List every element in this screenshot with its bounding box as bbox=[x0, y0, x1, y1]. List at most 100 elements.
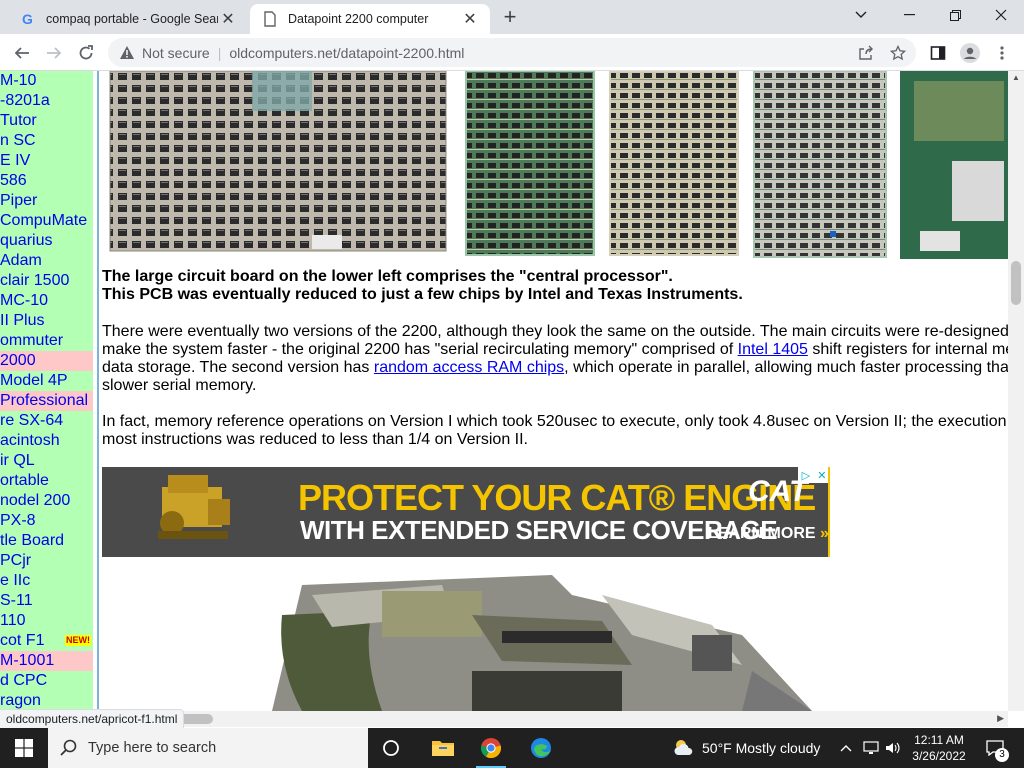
sidebar-computer-link[interactable]: Adam bbox=[0, 251, 93, 271]
side-panel-icon[interactable] bbox=[924, 39, 952, 67]
sidebar-computer-link[interactable]: Professional bbox=[0, 391, 93, 411]
network-icon[interactable] bbox=[860, 728, 882, 768]
sidebar-computer-link[interactable]: 586 bbox=[0, 171, 93, 191]
google-icon: G bbox=[20, 11, 36, 27]
cat-engine-ad[interactable]: PROTECT YOUR CAT® ENGINE WITH EXTENDED S… bbox=[102, 467, 830, 557]
sidebar-computer-link[interactable]: Piper bbox=[0, 191, 93, 211]
close-tab-icon[interactable]: ✕ bbox=[460, 9, 480, 29]
task-view-icon bbox=[383, 740, 399, 756]
sidebar-computer-link[interactable]: M-1001 bbox=[0, 651, 93, 671]
minimize-button[interactable] bbox=[886, 0, 932, 30]
sidebar-computer-link[interactable]: n SC bbox=[0, 131, 93, 151]
sidebar-computer-link[interactable]: CompuMate bbox=[0, 211, 93, 231]
show-hidden-icons-chevron[interactable] bbox=[836, 728, 856, 768]
sidebar-computer-link[interactable]: e IIc bbox=[0, 571, 93, 591]
task-view-button[interactable] bbox=[368, 728, 414, 768]
sidebar-computer-link[interactable]: ir QL bbox=[0, 451, 93, 471]
sidebar-item-label: Tutor bbox=[0, 112, 37, 129]
taskbar-search-box[interactable]: Type here to search bbox=[48, 728, 368, 768]
sidebar-computer-link[interactable]: nodel 200 bbox=[0, 491, 93, 511]
sidebar-computer-link[interactable]: d CPC bbox=[0, 671, 93, 691]
sidebar-item-label: quarius bbox=[0, 232, 53, 249]
sidebar-item-label: CompuMate bbox=[0, 212, 88, 229]
sidebar-computer-link[interactable]: ortable bbox=[0, 471, 93, 491]
sidebar-computer-link[interactable]: acintosh bbox=[0, 431, 93, 451]
sidebar-item-label: nodel 200 bbox=[0, 492, 71, 509]
vertical-scrollbar[interactable]: ▲ bbox=[1008, 71, 1024, 711]
sidebar-computer-link[interactable]: quarius bbox=[0, 231, 93, 251]
sidebar-computer-link[interactable]: Tutor bbox=[0, 111, 93, 131]
tab-title: compaq portable - Google Searc bbox=[46, 12, 218, 26]
system-clock[interactable]: 12:11 AM 3/26/2022 bbox=[904, 732, 974, 764]
sidebar-computer-link[interactable]: PCjr bbox=[0, 551, 93, 571]
ram-chips-link[interactable]: random access RAM chips bbox=[374, 359, 564, 376]
intel-1405-link[interactable]: Intel 1405 bbox=[738, 341, 808, 358]
sidebar-computer-link[interactable]: M-10 bbox=[0, 71, 93, 91]
sidebar-computer-link[interactable]: 2000 bbox=[0, 351, 93, 371]
paragraph-text: make the system faster - the original 22… bbox=[102, 341, 738, 358]
sidebar-computer-link[interactable]: cot F1 NEW! bbox=[0, 631, 93, 651]
sidebar-computer-link[interactable]: ragon bbox=[0, 691, 93, 711]
paragraph-line: make the system faster - the original 22… bbox=[102, 341, 1008, 359]
caption-line-2: This PCB was eventually reduced to just … bbox=[102, 286, 743, 303]
share-icon[interactable] bbox=[856, 43, 876, 63]
vertical-scroll-thumb[interactable] bbox=[1011, 261, 1021, 305]
sidebar-item-label: M-10 bbox=[0, 72, 37, 89]
tab-strip: G compaq portable - Google Searc ✕ Datap… bbox=[0, 0, 1024, 34]
sidebar-computer-link[interactable]: clair 1500 bbox=[0, 271, 93, 291]
scroll-right-icon[interactable]: ▶ bbox=[997, 713, 1004, 724]
address-bar[interactable]: Not secure | oldcomputers.net/datapoint-… bbox=[108, 38, 916, 67]
learn-more-button[interactable]: LEARN MORE » bbox=[708, 525, 829, 543]
svg-text:G: G bbox=[22, 11, 33, 27]
restore-button[interactable] bbox=[932, 0, 978, 30]
sidebar-computer-link[interactable]: tle Board bbox=[0, 531, 93, 551]
close-window-button[interactable] bbox=[978, 0, 1024, 30]
sidebar-item-label: PCjr bbox=[0, 552, 32, 569]
sidebar-computer-link[interactable]: II Plus bbox=[0, 311, 93, 331]
sidebar-computer-link[interactable]: S-11 bbox=[0, 591, 93, 611]
url-text[interactable]: oldcomputers.net/datapoint-2200.html bbox=[229, 45, 464, 61]
open-datapoint-photo[interactable] bbox=[272, 575, 832, 711]
edge-taskbar-button[interactable] bbox=[518, 728, 564, 768]
engine-image bbox=[158, 475, 230, 539]
folder-icon bbox=[432, 741, 454, 756]
warning-icon[interactable] bbox=[118, 44, 136, 62]
close-tab-icon[interactable]: ✕ bbox=[218, 9, 238, 29]
ad-close-icon[interactable]: ✕ bbox=[817, 469, 826, 482]
reload-button[interactable] bbox=[72, 39, 100, 67]
sidebar-computer-link[interactable]: -8201a bbox=[0, 91, 93, 111]
edge-icon bbox=[531, 738, 551, 758]
forward-button[interactable] bbox=[40, 39, 68, 67]
adchoices-icon[interactable]: ▷ bbox=[802, 469, 810, 482]
ad-subline: WITH EXTENDED SERVICE COVERAGE bbox=[300, 515, 778, 545]
sidebar-computer-link[interactable]: ommuter bbox=[0, 331, 93, 351]
sidebar-computer-link[interactable]: re SX-64 bbox=[0, 411, 93, 431]
weather-widget[interactable]: 50°F Mostly cloudy bbox=[672, 728, 820, 768]
chrome-taskbar-button[interactable] bbox=[468, 728, 514, 768]
sidebar-computer-link[interactable]: PX-8 bbox=[0, 511, 93, 531]
adchoices-badge[interactable]: ▷ ✕ bbox=[798, 467, 830, 483]
tab-search-chevron-icon[interactable] bbox=[838, 0, 884, 30]
file-explorer-button[interactable] bbox=[420, 728, 466, 768]
ad-accent-bar bbox=[828, 467, 830, 557]
scroll-up-icon[interactable]: ▲ bbox=[1012, 73, 1020, 82]
sidebar-computer-link[interactable]: E IV bbox=[0, 151, 93, 171]
circuit-boards-image bbox=[109, 71, 1008, 259]
start-button[interactable] bbox=[0, 728, 48, 768]
sidebar-item-label: -8201a bbox=[0, 92, 50, 109]
profile-avatar-icon[interactable] bbox=[956, 39, 984, 67]
sidebar-item-label: acintosh bbox=[0, 432, 60, 449]
circuit-boards-photo[interactable] bbox=[102, 71, 1008, 259]
tab-datapoint[interactable]: Datapoint 2200 computer ✕ bbox=[250, 4, 490, 34]
menu-kebab-icon[interactable] bbox=[988, 39, 1016, 67]
tab-google-search[interactable]: G compaq portable - Google Searc ✕ bbox=[8, 4, 248, 34]
notification-center-button[interactable]: 3 bbox=[980, 728, 1010, 768]
back-button[interactable] bbox=[8, 39, 36, 67]
chrome-icon bbox=[480, 738, 502, 759]
new-tab-button[interactable]: + bbox=[498, 6, 522, 30]
sidebar-computer-link[interactable]: MC-10 bbox=[0, 291, 93, 311]
bookmark-star-icon[interactable] bbox=[888, 43, 908, 63]
sidebar-computer-link[interactable]: Model 4P bbox=[0, 371, 93, 391]
volume-icon[interactable] bbox=[882, 728, 904, 768]
sidebar-computer-link[interactable]: 110 bbox=[0, 611, 93, 631]
